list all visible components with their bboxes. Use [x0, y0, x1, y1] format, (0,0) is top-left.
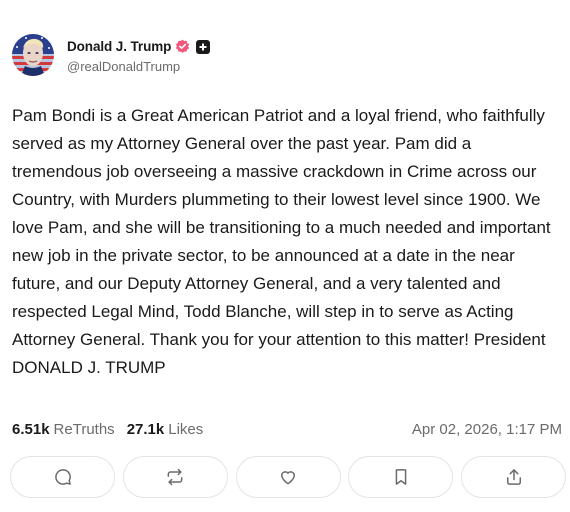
- likes-count[interactable]: 27.1k: [127, 421, 165, 438]
- post-timestamp[interactable]: Apr 02, 2026, 1:17 PM: [412, 421, 564, 438]
- repost-icon: [167, 468, 183, 486]
- like-button[interactable]: [235, 456, 341, 498]
- avatar-flag-portrait-icon: [12, 34, 54, 76]
- post-header: Donald J. Trump @realDonaldTrump: [12, 33, 211, 77]
- retruths-label[interactable]: ReTruths: [54, 421, 115, 438]
- likes-label[interactable]: Likes: [168, 421, 203, 438]
- comment-icon: [54, 469, 71, 485]
- plus-badge-icon: [196, 39, 211, 54]
- avatar[interactable]: [12, 34, 54, 76]
- bookmark-icon: [395, 469, 407, 485]
- post-text: Pam Bondi is a Great American Patriot an…: [12, 106, 551, 377]
- action-bar: [10, 456, 566, 500]
- name-row: Donald J. Trump: [67, 37, 211, 57]
- retruths-count[interactable]: 6.51k: [12, 421, 50, 438]
- bookmark-button[interactable]: [348, 456, 454, 498]
- heart-icon: [281, 471, 295, 485]
- author-handle[interactable]: @realDonaldTrump: [67, 59, 210, 74]
- author-info: Donald J. Trump @realDonaldTrump: [67, 37, 211, 74]
- post-stats: 6.51k ReTruths 27.1k Likes Apr 02, 2026,…: [12, 418, 564, 440]
- verified-badge-icon: [175, 39, 190, 54]
- share-button[interactable]: [461, 456, 566, 498]
- share-icon: [506, 469, 521, 485]
- reply-button[interactable]: [10, 456, 115, 498]
- retruth-button[interactable]: [122, 456, 228, 498]
- display-name[interactable]: Donald J. Trump: [67, 39, 171, 54]
